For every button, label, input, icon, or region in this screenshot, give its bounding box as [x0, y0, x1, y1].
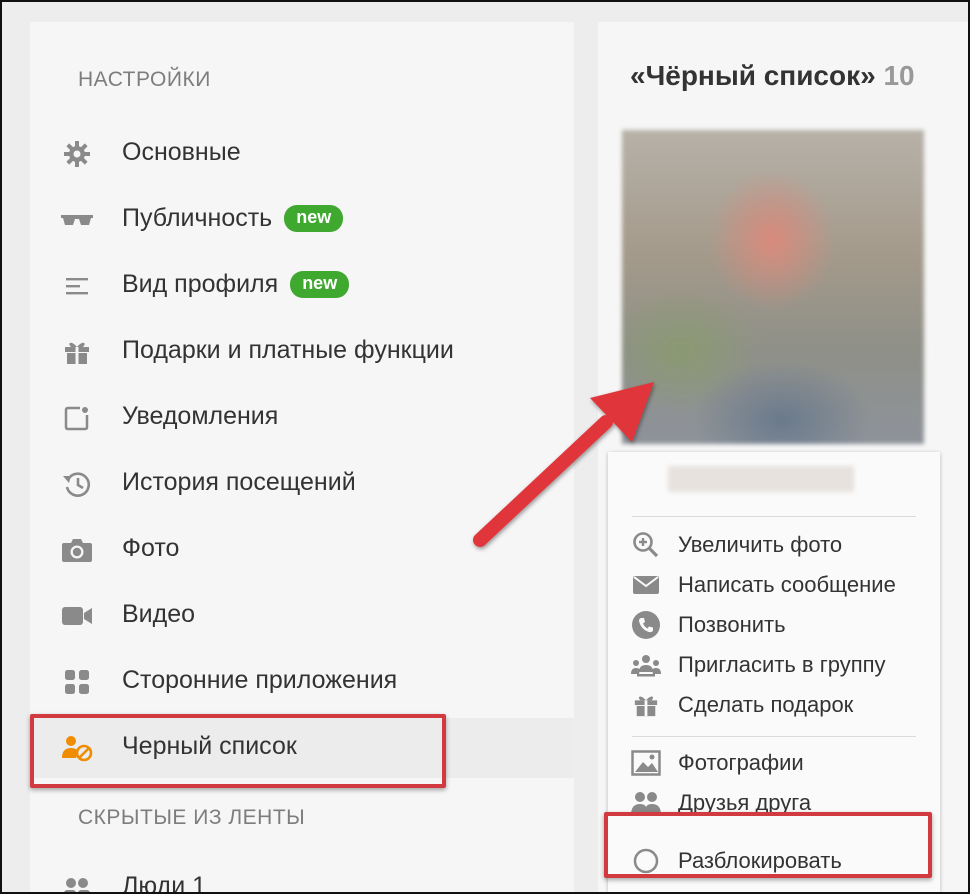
action-label: Написать сообщение — [678, 572, 896, 597]
settings-item-label: Основные — [122, 138, 241, 166]
notification-icon — [60, 402, 94, 434]
blacklist-panel: «Чёрный список» 10 Увеличить фото Написа… — [598, 22, 968, 892]
blacklist-title: «Чёрный список» 10 — [630, 60, 915, 91]
blacklist-count: 10 — [883, 60, 915, 91]
settings-item-label: Подарки и платные функции — [122, 336, 454, 364]
settings-section-title: НАСТРОЙКИ — [78, 68, 211, 91]
group-invite-icon — [630, 650, 662, 680]
settings-item-history[interactable]: История посещений — [30, 454, 574, 514]
action-label: Пригласить в группу — [678, 652, 886, 677]
action-label: Фотографии — [678, 750, 804, 775]
divider — [632, 516, 916, 517]
action-label: Сделать подарок — [678, 692, 854, 717]
settings-item-general[interactable]: Основные — [30, 124, 574, 184]
hidden-item-people[interactable]: Люди 1 — [30, 858, 574, 894]
settings-item-label: Фото — [122, 534, 180, 562]
lines-icon — [60, 270, 94, 302]
settings-item-label: Публичность new — [122, 204, 344, 233]
zoom-in-icon — [630, 530, 662, 560]
settings-item-label: Уведомления — [122, 402, 279, 430]
invite-to-group-action[interactable]: Пригласить в группу — [630, 648, 940, 684]
settings-item-video[interactable]: Видео — [30, 586, 574, 646]
people-icon — [60, 872, 94, 892]
write-message-action[interactable]: Написать сообщение — [630, 568, 940, 604]
blocked-user-name[interactable] — [668, 466, 854, 492]
settings-item-notifications[interactable]: Уведомления — [30, 388, 574, 448]
phone-icon — [630, 610, 662, 640]
sunglasses-icon — [60, 204, 94, 236]
send-gift-action[interactable]: Сделать подарок — [630, 688, 940, 724]
call-action[interactable]: Позвонить — [630, 608, 940, 644]
settings-item-label: Вид профиля new — [122, 270, 350, 299]
photos-action[interactable]: Фотографии — [630, 746, 940, 782]
settings-item-photo[interactable]: Фото — [30, 520, 574, 580]
unblock-highlight-box — [604, 812, 932, 878]
camera-icon — [60, 534, 94, 566]
gift-icon — [630, 690, 662, 720]
divider — [632, 736, 916, 737]
hidden-section-title: СКРЫТЫЕ ИЗ ЛЕНТЫ — [78, 806, 306, 829]
settings-item-label: Видео — [122, 600, 196, 628]
action-label: Позвонить — [678, 612, 786, 637]
settings-item-gifts[interactable]: Подарки и платные функции — [30, 322, 574, 382]
gear-icon — [60, 138, 94, 170]
screenshot-frame: НАСТРОЙКИ Основные Публичность new Вид пр… — [0, 0, 970, 894]
zoom-photo-action[interactable]: Увеличить фото — [630, 528, 940, 564]
action-label: Увеличить фото — [678, 532, 843, 557]
settings-item-publicity[interactable]: Публичность new — [30, 190, 574, 250]
gift-icon — [60, 336, 94, 368]
settings-item-label: Сторонние приложения — [122, 666, 398, 694]
new-badge: new — [290, 271, 350, 298]
settings-item-label: Люди 1 — [122, 872, 207, 894]
blacklist-highlight-box — [30, 714, 446, 788]
settings-item-profile-view[interactable]: Вид профиля new — [30, 256, 574, 316]
photos-icon — [630, 748, 662, 778]
apps-grid-icon — [60, 666, 94, 698]
video-camera-icon — [60, 600, 94, 632]
new-badge: new — [284, 205, 344, 232]
blocked-user-photo[interactable] — [622, 130, 924, 444]
settings-item-label: История посещений — [122, 468, 356, 496]
settings-item-apps[interactable]: Сторонние приложения — [30, 652, 574, 712]
history-icon — [60, 468, 94, 500]
envelope-icon — [630, 570, 662, 600]
